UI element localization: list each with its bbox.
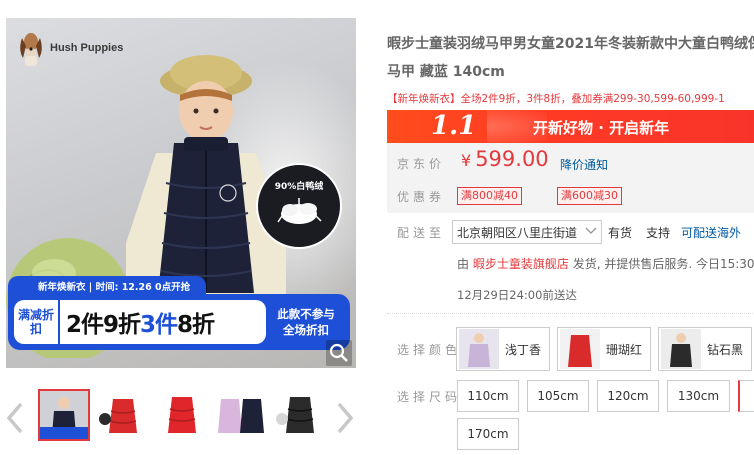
thumbnail-red-vest-b-image [156, 389, 208, 441]
size-option-105[interactable]: 105cm [527, 380, 589, 412]
price-value: 599.00 [475, 147, 549, 171]
color-option-black[interactable]: 钻石黑 [658, 327, 753, 371]
price-label: 京东价 [397, 157, 446, 171]
size-label: 选择尺码 [397, 390, 462, 404]
new-year-banner[interactable]: 1.1 开新好物 · 开启新年 [387, 110, 754, 143]
promo-discount-b: 3件 [140, 312, 178, 338]
brand-name: Hush Puppies [50, 42, 124, 54]
promo-discount-banner: 满减折扣 2件9折3件8折 此款不参与全场折扣 [8, 294, 350, 350]
promo-discount-a: 2件9折 [66, 312, 141, 338]
coupon-label: 优惠券 [397, 190, 446, 204]
down-fill-badge: 90%白鸭绒 [256, 163, 342, 249]
down-fill-text: 90%白鸭绒 [274, 182, 324, 192]
brand-logo: Hush Puppies [16, 28, 123, 68]
stock-status: 有货 [608, 226, 633, 240]
thumbnail-1[interactable] [38, 389, 90, 441]
promo-exclusion-text: 此款不参与全场折扣 [277, 307, 335, 337]
size-option-120[interactable]: 120cm [597, 380, 659, 412]
size-option-140-selected[interactable] [738, 380, 754, 412]
color-name-black: 钻石黑 [707, 342, 744, 357]
address-select[interactable]: 北京朝阳区八里庄街道 [452, 220, 602, 244]
promo-discount-c: 8折 [177, 312, 215, 338]
thumbnail-4[interactable] [215, 389, 267, 441]
size-option-110[interactable]: 110cm [457, 380, 519, 412]
thumbnail-2[interactable] [97, 389, 149, 441]
product-page: Hush Puppies 90%白鸭绒 新年焕新衣 | 时间: 12.26 0点… [0, 0, 754, 455]
basset-hound-icon [20, 33, 42, 66]
seller-link[interactable]: 暇步士童装旗舰店 [473, 257, 569, 271]
thumbnail-red-vest-image [97, 389, 149, 441]
support-text: 支持 [646, 226, 671, 240]
thumbnail-black-vest-image [274, 389, 326, 441]
coral-vest-swatch-image [560, 329, 600, 369]
coupon-600[interactable]: 满600减30 [557, 187, 622, 205]
address-value: 北京朝阳区八里庄街道 [457, 226, 578, 240]
promo-time-banner: 新年焕新衣 | 时间: 12.26 0点开抢 [8, 276, 206, 296]
seller-suffix: 发货, 并提供售后服务. 今日15:30前 [572, 257, 754, 271]
color-label: 选择颜色 [397, 343, 462, 357]
color-option-coral[interactable]: 珊瑚红 [557, 327, 652, 371]
seller-prefix: 由 [457, 257, 470, 271]
chevron-down-icon [585, 227, 597, 234]
feather-icon [277, 198, 322, 224]
thumbnail-navy-vest-image [40, 391, 88, 439]
chevron-left-icon[interactable] [4, 401, 28, 435]
lilac-vest-swatch-image [459, 329, 499, 369]
delivery-label: 配送至 [397, 226, 446, 240]
promo-subtitle[interactable]: 【新年焕新衣】全场2件9折，3件8折，叠加券满299-30,599-60,999… [387, 91, 754, 106]
eta-text: 12月29日24:00前送达 [457, 288, 577, 302]
price-notify-link[interactable]: 降价通知 [560, 156, 608, 173]
promo-discount-box: 满减折扣 2件9折3件8折 [14, 300, 266, 344]
promo-time-text: 新年焕新衣 | 时间: 12.26 0点开抢 [38, 282, 191, 293]
product-title: 暇步士童装羽绒马甲男女童2021年冬装新款中大童白鸭绒保暖马甲 藏蓝 140cm [387, 36, 754, 80]
thumbnail-5[interactable] [274, 389, 326, 441]
color-name-coral: 珊瑚红 [606, 342, 643, 357]
thumbnail-3[interactable] [156, 389, 208, 441]
color-option-lilac[interactable]: 浅丁香 [456, 327, 551, 371]
black-vest-swatch-image [661, 329, 701, 369]
coupon-800[interactable]: 满800减40 [457, 187, 522, 205]
size-option-130[interactable]: 130cm [667, 380, 730, 412]
banner-text: 开新好物 · 开启新年 [533, 119, 670, 137]
overseas-link[interactable]: 可配送海外 [681, 224, 741, 241]
eta-row: 12月29日24:00前送达 [457, 287, 577, 303]
thumbnail-strip [0, 387, 360, 447]
promo-tag: 满减折扣 [14, 300, 60, 344]
promo-discount-text: 2件9折3件8折 [66, 305, 215, 339]
chevron-right-icon[interactable] [332, 401, 356, 435]
thumbnail-purple-vest-image [215, 389, 267, 441]
zoom-icon[interactable] [326, 340, 352, 366]
color-name-lilac: 浅丁香 [505, 342, 542, 357]
seller-row: 由 暇步士童装旗舰店 发货, 并提供售后服务. 今日15:30前 [457, 255, 754, 272]
banner-number: 1.1 [431, 111, 477, 141]
price-currency: ¥ [461, 151, 472, 170]
size-option-170[interactable]: 170cm [457, 418, 519, 450]
price: ¥599.00 [461, 147, 549, 171]
section-divider [387, 313, 754, 314]
price-panel: 京东价 ¥599.00 降价通知 优惠券 满800减40 满600减30 [387, 143, 754, 213]
